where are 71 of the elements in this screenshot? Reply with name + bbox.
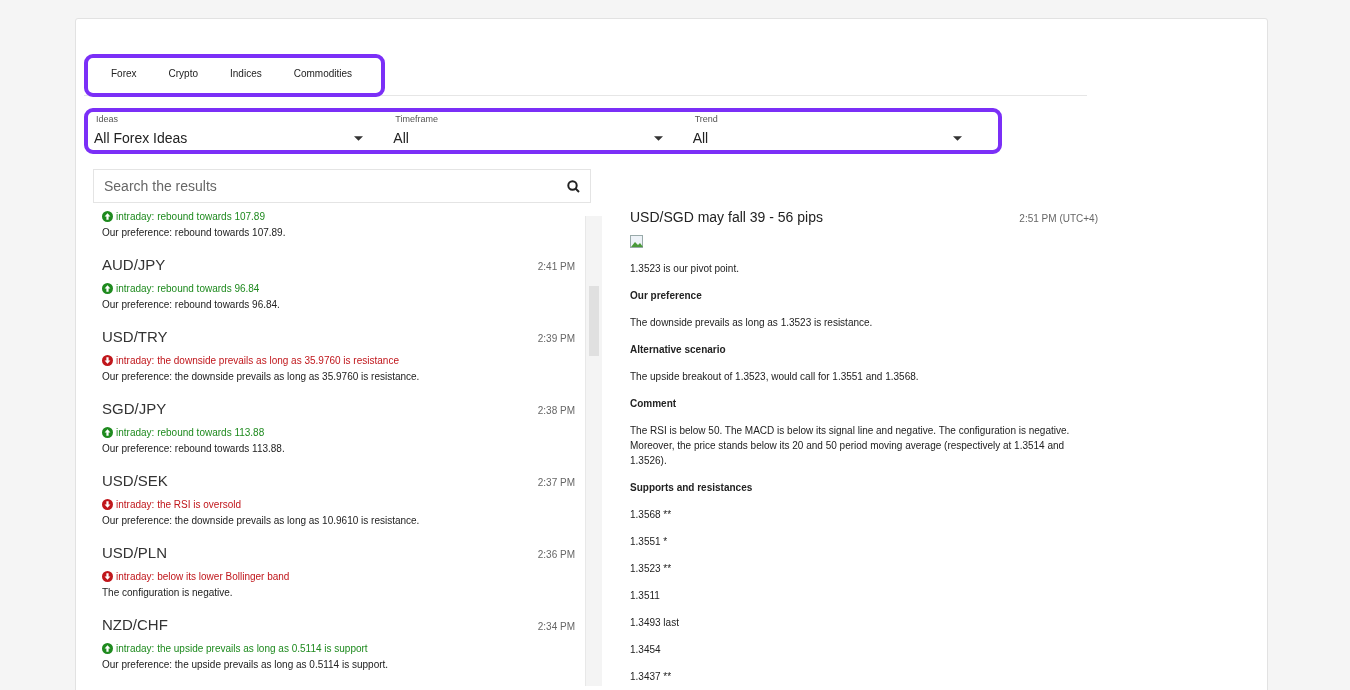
article-paragraph: 1.3511 (630, 589, 661, 603)
article-paragraph: 1.3568 ** (630, 508, 673, 522)
time-label: 2:38 PM (537, 405, 575, 416)
filter-dropdown[interactable]: Ideas All Forex Ideas (94, 114, 394, 146)
article-paragraph: 1.3551 * (630, 535, 669, 549)
category-tab[interactable]: Commodities (280, 64, 364, 87)
signal-text: intraday: the upside prevails as long as 0.5114 is support (116, 643, 368, 654)
pair-name: SGD/JPY (102, 400, 167, 417)
preference-text: Our preference: the downside prevails as long as 35.9760 is resistance. (102, 371, 421, 382)
pair-name: USD/TRY (102, 328, 168, 345)
broken-image-icon (630, 235, 644, 249)
preference-text: Our preference: rebound towards 96.84. (102, 299, 281, 310)
idea-list-item[interactable]: USD/SEK 2:37 PM intraday: the RSI is oversold Our preference: the downside prevails as long as 10.9610 is resistance. (93, 472, 585, 544)
category-tab[interactable]: Indices (217, 64, 273, 87)
time-label: 2:41 PM (537, 261, 575, 272)
time-label: 2:36 PM (537, 549, 575, 560)
filter-dropdown[interactable]: Timeframe All (393, 114, 693, 146)
category-tab[interactable]: Forex (98, 64, 148, 87)
arrow-up-circle-icon (102, 283, 113, 294)
time-label: 2:34 PM (537, 621, 575, 632)
article-paragraph: 1.3493 last (630, 616, 680, 630)
category-tab[interactable]: Crypto (155, 64, 209, 87)
preference-text: Our preference: the downside prevails as long as 10.9610 is resistance. (102, 515, 421, 526)
time-label: 2:39 PM (537, 333, 575, 344)
caret-icon (653, 135, 663, 141)
idea-list-item[interactable]: NZD/CHF 2:34 PM intraday: the upside prevails as long as 0.5114 is support Our preference: the upside prevails as long as 0.5114 is support. (93, 616, 585, 688)
section-heading: Supports and resistances (630, 481, 754, 495)
idea-list-item[interactable]: USD/PLN 2:36 PM intraday: below its lower Bollinger band The configuration is negative. (93, 544, 585, 616)
filter-dropdown[interactable]: Trend All (692, 114, 992, 146)
article-paragraph: 1.3454 (630, 643, 662, 657)
arrow-up-circle-icon (102, 643, 113, 654)
scrollbar[interactable] (585, 216, 602, 686)
preference-text: Our preference: the upside prevails as long as 0.5114 is support. (102, 659, 390, 670)
arrow-down-circle-icon (102, 499, 113, 510)
search-icon (567, 180, 580, 193)
article-paragraph: The RSI is below 50. The MACD is below its signal line and negative. The configuration is negative. Moreover, the price stands below its 20 and 50 period moving average (respectively at 1.3514 and 1.3526). (630, 424, 1071, 468)
signal-text: intraday: the RSI is oversold (116, 499, 242, 510)
signal-text: intraday: rebound towards 107.89 (116, 211, 265, 222)
signal-text: intraday: rebound towards 113.88 (116, 427, 265, 438)
preference-text: Our preference: rebound towards 113.88. (102, 443, 286, 454)
pair-name: USD/SEK (102, 472, 168, 489)
article-paragraph: 1.3437 ** (630, 670, 673, 684)
idea-list-item[interactable]: AUD/JPY 2:41 PM intraday: rebound towards 96.84 Our preference: rebound towards 96.84. (93, 256, 585, 328)
arrow-down-circle-icon (102, 571, 113, 582)
arrow-up-circle-icon (102, 427, 113, 438)
pair-name: AUD/JPY (102, 256, 166, 273)
section-heading: Alternative scenario (630, 343, 727, 357)
search-field[interactable]: Search the results (93, 169, 591, 203)
pair-name: NZD/CHF (102, 616, 168, 633)
idea-list-item[interactable]: SGD/JPY 2:38 PM intraday: rebound towards 113.88 Our preference: rebound towards 113.88. (93, 400, 585, 472)
article-paragraph: 1.3523 ** (630, 562, 673, 576)
idea-list-item[interactable]: intraday: rebound towards 107.89 Our preference: rebound towards 107.89. (93, 210, 585, 256)
article-paragraph: The upside breakout of 1.3523, would call for 1.3551 and 1.3568. (630, 370, 920, 384)
pair-name: USD/PLN (102, 544, 168, 561)
section-heading: Our preference (630, 289, 703, 303)
caret-icon (354, 135, 364, 141)
caret-icon (953, 135, 962, 141)
arrow-up-circle-icon (102, 211, 113, 222)
arrow-down-circle-icon (102, 355, 113, 366)
article-paragraph: The downside prevails as long as 1.3523 is resistance. (630, 316, 874, 330)
article-title: USD/SGD may fall 39 - 56 pips (630, 209, 823, 225)
signal-text: intraday: below its lower Bollinger band (116, 571, 290, 582)
idea-list-item[interactable]: USD/TRY 2:39 PM intraday: the downside prevails as long as 35.9760 is resistance Our preference: the downside prevails as long as 35.9760 is resistance. (93, 328, 585, 400)
preference-text: The configuration is negative. (102, 587, 234, 598)
preference-text: Our preference: rebound towards 107.89. (102, 227, 287, 238)
article-time: 2:51 PM (UTC+4) (1019, 213, 1098, 224)
article-paragraph: 1.3523 is our pivot point. (630, 262, 740, 276)
signal-text: intraday: rebound towards 96.84 (116, 283, 260, 294)
signal-text: intraday: the downside prevails as long as 35.9760 is resistance (116, 355, 399, 366)
section-heading: Comment (630, 397, 678, 411)
time-label: 2:37 PM (537, 477, 575, 488)
